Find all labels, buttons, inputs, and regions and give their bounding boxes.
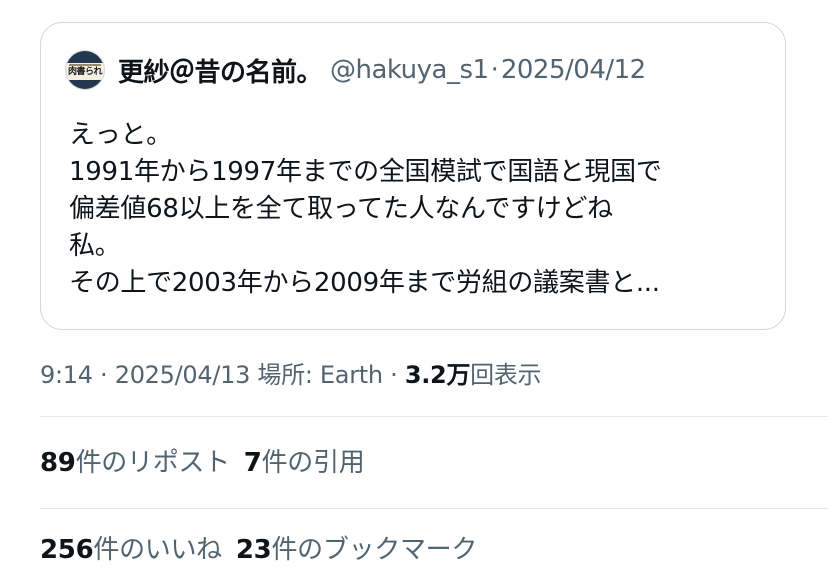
quotes-label: 件の引用 bbox=[261, 448, 365, 478]
quotes-count: 7 bbox=[243, 448, 262, 478]
quoted-post-card[interactable]: 肉書られ 更紗＠昔の名前。 @hakuya_s1 · 2025/04/12 えっ… bbox=[40, 22, 786, 330]
avatar-fine-print bbox=[69, 64, 101, 66]
post-location: 場所: Earth bbox=[257, 361, 383, 389]
views-count: 3.2万 bbox=[404, 361, 471, 389]
quotes-link[interactable]: 7件の引用 bbox=[244, 448, 365, 478]
bookmarks-count: 23 bbox=[235, 535, 272, 565]
quoted-post-line: 私。 bbox=[69, 231, 121, 261]
avatar-masthead-text: 肉書られ bbox=[67, 67, 103, 77]
quoted-post-line: その上で2003年から2009年まで労組の議案書と... bbox=[69, 268, 660, 298]
header-separator: · bbox=[490, 55, 499, 85]
quoted-post-date[interactable]: 2025/04/12 bbox=[501, 55, 646, 85]
views-label: 回表示 bbox=[470, 361, 542, 389]
post-meta: 9:14 · 2025/04/13 場所: Earth · 3.2万回表示 bbox=[40, 357, 542, 393]
likes-link[interactable]: 256件のいいね bbox=[40, 535, 222, 565]
display-name[interactable]: 更紗＠昔の名前。 bbox=[118, 52, 323, 89]
bookmarks-link[interactable]: 23件のブックマーク bbox=[235, 535, 478, 565]
post-date[interactable]: 2025/04/13 bbox=[115, 361, 251, 389]
user-handle[interactable]: @hakuya_s1 bbox=[330, 55, 489, 85]
likes-count: 256 bbox=[40, 535, 94, 565]
divider bbox=[40, 416, 828, 417]
quoted-post-line: えっと。 bbox=[69, 120, 172, 150]
quoted-post-body: えっと。 1991年から1997年までの全国模試で国語と現国で 偏差値68以上を… bbox=[69, 117, 781, 302]
quoted-post-header: 肉書られ 更紗＠昔の名前。 @hakuya_s1 · 2025/04/12 bbox=[65, 50, 646, 90]
like-bookmark-stats: 256件のいいね 23件のブックマーク bbox=[40, 530, 477, 570]
newspaper-masthead-avatar-icon[interactable]: 肉書られ bbox=[65, 50, 105, 90]
likes-label: 件のいいね bbox=[93, 535, 222, 565]
quoted-post-line: 1991年から1997年までの全国模試で国語と現国で bbox=[69, 157, 662, 187]
repost-quote-stats: 89件のリポスト 7件の引用 bbox=[40, 443, 365, 483]
avatar-top-band bbox=[66, 51, 104, 63]
reposts-label: 件のリポスト bbox=[75, 448, 231, 478]
quoted-post-line: 偏差値68以上を全て取ってた人なんですけどね bbox=[69, 194, 613, 224]
meta-separator: · bbox=[100, 361, 108, 389]
avatar-bottom-band bbox=[66, 80, 104, 89]
meta-separator: · bbox=[390, 361, 398, 389]
reposts-count: 89 bbox=[40, 448, 76, 478]
bookmarks-label: 件のブックマーク bbox=[271, 535, 478, 565]
reposts-link[interactable]: 89件のリポスト bbox=[40, 448, 230, 478]
post-time[interactable]: 9:14 bbox=[40, 361, 93, 389]
divider bbox=[40, 508, 828, 509]
